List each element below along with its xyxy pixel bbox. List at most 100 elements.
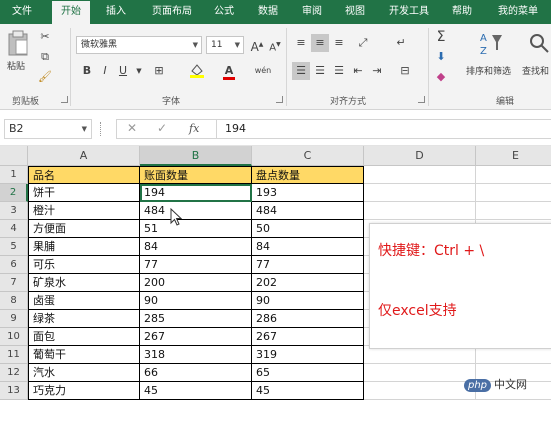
row-header[interactable]: 12 bbox=[0, 364, 28, 382]
table-cell[interactable]: 45 bbox=[140, 382, 252, 400]
tab-my-menu[interactable]: 我的菜单 bbox=[490, 0, 546, 24]
row-header[interactable]: 6 bbox=[0, 256, 28, 274]
table-cell[interactable]: 可乐 bbox=[28, 256, 140, 274]
cut-icon[interactable]: ✂ bbox=[36, 28, 54, 46]
row-header[interactable]: 10 bbox=[0, 328, 28, 346]
table-cell[interactable]: 77 bbox=[252, 256, 364, 274]
tab-insert[interactable]: 插入 bbox=[98, 0, 134, 24]
tab-home[interactable]: 开始 bbox=[52, 1, 90, 24]
column-header-c[interactable]: C bbox=[252, 146, 364, 166]
tab-formulas[interactable]: 公式 bbox=[206, 0, 242, 24]
table-cell[interactable]: 318 bbox=[140, 346, 252, 364]
font-dialog-launcher[interactable] bbox=[276, 96, 283, 103]
table-cell[interactable] bbox=[364, 184, 476, 202]
table-cell[interactable] bbox=[476, 166, 551, 184]
header-cell[interactable]: 品名 bbox=[28, 166, 140, 184]
tab-file[interactable]: 文件 bbox=[4, 0, 40, 24]
row-header[interactable]: 1 bbox=[0, 166, 28, 184]
table-cell[interactable]: 319 bbox=[252, 346, 364, 364]
table-cell[interactable]: 484 bbox=[252, 202, 364, 220]
table-cell[interactable]: 果脯 bbox=[28, 238, 140, 256]
orientation-icon[interactable]: ⤢ bbox=[354, 34, 372, 52]
align-center-icon[interactable]: ☰ bbox=[311, 62, 329, 80]
wrap-text-icon[interactable]: ↵ bbox=[392, 34, 410, 52]
fill-color-icon[interactable] bbox=[188, 62, 206, 80]
table-cell[interactable] bbox=[476, 184, 551, 202]
table-cell[interactable]: 286 bbox=[252, 310, 364, 328]
enter-icon[interactable]: ✓ bbox=[157, 121, 167, 135]
insert-function-icon[interactable]: fx bbox=[189, 122, 199, 135]
find-select-button[interactable]: 查找和 bbox=[522, 28, 551, 90]
paste-button[interactable]: 粘贴 bbox=[6, 28, 30, 72]
column-header-b[interactable]: B bbox=[140, 146, 252, 166]
grow-font-icon[interactable]: A▲ bbox=[248, 36, 266, 54]
tab-view[interactable]: 视图 bbox=[337, 0, 373, 24]
shortcut-note-box[interactable]: 快捷键：Ctrl + \ 仅excel支持 bbox=[369, 223, 551, 349]
alignment-dialog-launcher[interactable] bbox=[418, 96, 425, 103]
align-left-icon[interactable]: ☰ bbox=[292, 62, 310, 80]
table-cell[interactable] bbox=[476, 202, 551, 220]
table-cell[interactable]: 84 bbox=[140, 238, 252, 256]
table-cell[interactable]: 50 bbox=[252, 220, 364, 238]
tab-review[interactable]: 审阅 bbox=[294, 0, 330, 24]
column-header-a[interactable]: A bbox=[28, 146, 140, 166]
middle-align-icon[interactable]: ≡ bbox=[311, 34, 329, 52]
table-cell[interactable]: 194 bbox=[140, 184, 252, 202]
table-cell[interactable]: 90 bbox=[252, 292, 364, 310]
table-cell[interactable] bbox=[364, 364, 476, 382]
tab-page-layout[interactable]: 页面布局 bbox=[144, 0, 200, 24]
cancel-icon[interactable]: ✕ bbox=[127, 121, 137, 135]
clipboard-dialog-launcher[interactable] bbox=[61, 96, 68, 103]
table-cell[interactable]: 45 bbox=[252, 382, 364, 400]
phonetic-guide-icon[interactable]: wén bbox=[254, 62, 272, 80]
table-cell[interactable]: 51 bbox=[140, 220, 252, 238]
table-cell[interactable] bbox=[364, 382, 476, 400]
tab-data[interactable]: 数据 bbox=[250, 0, 286, 24]
increase-indent-icon[interactable]: ⇥ bbox=[368, 62, 386, 80]
splitter-handle[interactable] bbox=[100, 122, 103, 136]
borders-icon[interactable]: ⊞ bbox=[150, 62, 168, 80]
shrink-font-icon[interactable]: A▼ bbox=[266, 36, 284, 54]
bottom-align-icon[interactable]: ≡ bbox=[330, 34, 348, 52]
copy-icon[interactable]: ⧉ bbox=[36, 48, 54, 66]
row-header[interactable]: 3 bbox=[0, 202, 28, 220]
font-color-icon[interactable]: A bbox=[220, 62, 238, 80]
align-right-icon[interactable]: ☰ bbox=[330, 62, 348, 80]
table-cell[interactable]: 方便面 bbox=[28, 220, 140, 238]
merge-center-icon[interactable]: ⊟ bbox=[396, 62, 414, 80]
table-cell[interactable]: 84 bbox=[252, 238, 364, 256]
table-cell[interactable] bbox=[364, 202, 476, 220]
row-header[interactable]: 2 bbox=[0, 184, 28, 202]
tab-help[interactable]: 帮助 bbox=[444, 0, 480, 24]
table-cell[interactable]: 卤蛋 bbox=[28, 292, 140, 310]
tab-developer[interactable]: 开发工具 bbox=[380, 0, 438, 24]
table-cell[interactable]: 202 bbox=[252, 274, 364, 292]
column-header-d[interactable]: D bbox=[364, 146, 476, 166]
top-align-icon[interactable]: ≡ bbox=[292, 34, 310, 52]
table-cell[interactable]: 65 bbox=[252, 364, 364, 382]
table-cell[interactable]: 267 bbox=[140, 328, 252, 346]
table-cell[interactable]: 巧克力 bbox=[28, 382, 140, 400]
row-header[interactable]: 13 bbox=[0, 382, 28, 400]
table-cell[interactable]: 90 bbox=[140, 292, 252, 310]
table-cell[interactable]: 绿茶 bbox=[28, 310, 140, 328]
row-header[interactable]: 4 bbox=[0, 220, 28, 238]
format-painter-icon[interactable]: 🖌 bbox=[36, 68, 54, 86]
table-cell[interactable]: 矿泉水 bbox=[28, 274, 140, 292]
row-header[interactable]: 7 bbox=[0, 274, 28, 292]
bold-button[interactable]: B bbox=[78, 62, 96, 80]
row-header[interactable]: 5 bbox=[0, 238, 28, 256]
table-cell[interactable]: 葡萄干 bbox=[28, 346, 140, 364]
formula-input[interactable]: 194 bbox=[216, 119, 551, 139]
table-cell[interactable]: 饼干 bbox=[28, 184, 140, 202]
fill-icon[interactable]: ⬇ bbox=[432, 48, 450, 66]
table-cell[interactable]: 面包 bbox=[28, 328, 140, 346]
underline-dropdown-icon[interactable]: ▼ bbox=[130, 62, 148, 80]
row-header[interactable]: 9 bbox=[0, 310, 28, 328]
sort-filter-button[interactable]: A Z 排序和筛选 bbox=[462, 28, 522, 90]
table-cell[interactable]: 橙汁 bbox=[28, 202, 140, 220]
decrease-indent-icon[interactable]: ⇤ bbox=[349, 62, 367, 80]
row-header[interactable]: 8 bbox=[0, 292, 28, 310]
table-cell[interactable]: 200 bbox=[140, 274, 252, 292]
header-cell[interactable]: 盘点数量 bbox=[252, 166, 364, 184]
